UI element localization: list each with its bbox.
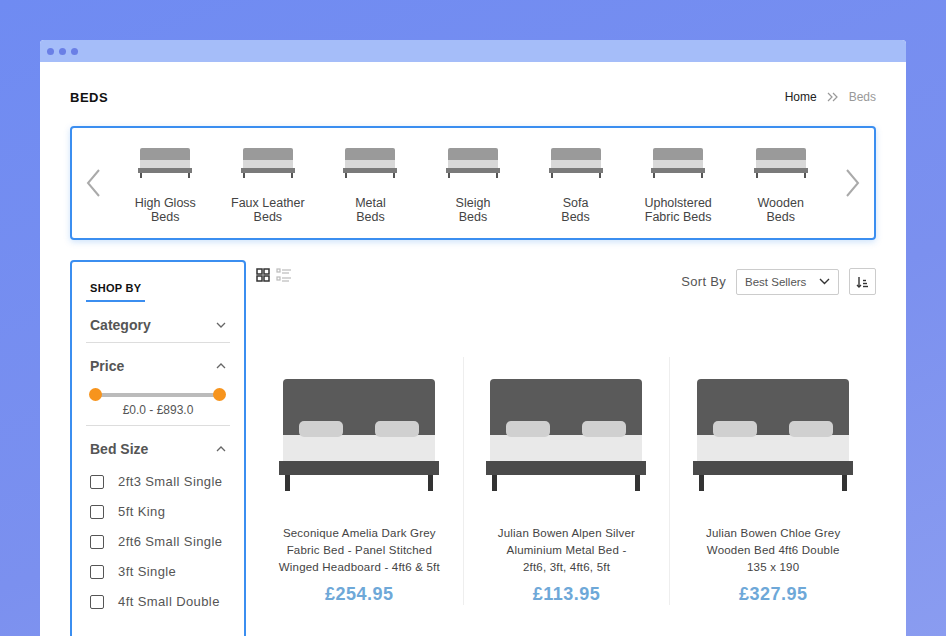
category-label: Faux LeatherBeds: [231, 196, 305, 224]
breadcrumb: Home Beds: [785, 90, 876, 104]
chevron-down-icon: [216, 322, 226, 328]
price-range-text: £0.0 - £893.0: [92, 403, 224, 417]
window-dot[interactable]: [59, 48, 66, 55]
sort-label: Sort By: [681, 274, 726, 289]
product-image: [476, 357, 656, 507]
category-image: [545, 142, 607, 182]
checkbox[interactable]: [90, 565, 104, 579]
sidebar-heading: SHOP BY: [86, 282, 145, 302]
category-item[interactable]: SleighBeds: [422, 142, 525, 224]
chevron-up-icon: [216, 446, 226, 452]
category-image: [647, 142, 709, 182]
category-label: WoodenBeds: [758, 196, 804, 224]
product-price: £113.95: [533, 584, 601, 605]
category-item[interactable]: High GlossBeds: [114, 142, 217, 224]
category-label: High GlossBeds: [135, 196, 196, 224]
product-title[interactable]: Julian Bowen Chloe GreyWooden Bed 4ft6 D…: [706, 525, 840, 576]
view-toggle: [256, 260, 292, 282]
category-label: SleighBeds: [456, 196, 491, 224]
product-card[interactable]: Julian Bowen Alpen SilverAluminium Metal…: [463, 357, 670, 605]
bed-size-option[interactable]: 3ft Single: [90, 564, 226, 579]
category-item[interactable]: SofaBeds: [524, 142, 627, 224]
checkbox[interactable]: [90, 505, 104, 519]
filter-section: Bed Size 2ft3 Small Single 5ft King 2ft6 Sm…: [86, 426, 230, 627]
category-image: [237, 142, 299, 182]
sort-descending-icon: [856, 276, 869, 288]
desktop: BEDS Home Beds High GlossBeds Faux LeatherBe…: [0, 0, 946, 636]
price-filter: £0.0 - £893.0: [90, 375, 226, 417]
sort-select[interactable]: Best Sellers: [736, 269, 839, 295]
grid-view-icon[interactable]: [256, 268, 270, 282]
breadcrumb-item[interactable]: Home: [785, 90, 817, 104]
category-label: MetalBeds: [355, 196, 386, 224]
page-content: BEDS Home Beds High GlossBeds Faux LeatherBe…: [40, 62, 906, 636]
bed-size-option[interactable]: 2ft3 Small Single: [90, 474, 226, 489]
bed-size-option[interactable]: 4ft Small Double: [90, 594, 226, 609]
browser-window: BEDS Home Beds High GlossBeds Faux LeatherBe…: [40, 40, 906, 636]
section-header[interactable]: Bed Size: [90, 440, 226, 458]
price-slider[interactable]: [96, 393, 220, 397]
sort-control: Sort By Best Sellers: [681, 260, 876, 295]
product-price: £254.95: [325, 584, 394, 605]
filter-section: Price £0.0 - £893.0: [86, 343, 230, 426]
filter-section: Category: [86, 302, 230, 343]
chevron-up-icon: [216, 363, 226, 369]
window-dot[interactable]: [71, 48, 78, 55]
category-image: [442, 142, 504, 182]
product-image: [269, 357, 449, 507]
chevron-down-icon: [819, 278, 830, 285]
slider-handle[interactable]: [89, 388, 102, 401]
product-grid: Seconique Amelia Dark GreyFabric Bed - P…: [256, 357, 876, 605]
title-bar: [40, 40, 906, 62]
shop-area: SHOP BY Category Price £0.0 - £893.0 Bed Siz…: [70, 260, 876, 636]
category-label: SofaBeds: [561, 196, 590, 224]
chevron-right-icon[interactable]: [842, 167, 862, 199]
checkbox[interactable]: [90, 475, 104, 489]
slider-handle[interactable]: [213, 388, 226, 401]
category-list: High GlossBeds Faux LeatherBeds MetalBeds S…: [104, 142, 842, 224]
sort-direction-button[interactable]: [849, 268, 876, 295]
bed-size-list: 2ft3 Small Single 5ft King 2ft6 Small Sing…: [90, 458, 226, 619]
category-image: [134, 142, 196, 182]
bed-size-option[interactable]: 2ft6 Small Single: [90, 534, 226, 549]
category-carousel: High GlossBeds Faux LeatherBeds MetalBeds S…: [70, 126, 876, 240]
product-title[interactable]: Seconique Amelia Dark GreyFabric Bed - P…: [279, 525, 440, 576]
chevron-left-icon[interactable]: [84, 167, 104, 199]
checkbox[interactable]: [90, 595, 104, 609]
product-title[interactable]: Julian Bowen Alpen SilverAluminium Metal…: [498, 525, 635, 576]
page-title: BEDS: [70, 90, 108, 105]
category-image: [339, 142, 401, 182]
list-view-icon[interactable]: [276, 268, 292, 282]
category-item[interactable]: WoodenBeds: [729, 142, 832, 224]
checkbox[interactable]: [90, 535, 104, 549]
window-dot[interactable]: [47, 48, 54, 55]
product-price: £327.95: [739, 584, 808, 605]
section-header[interactable]: Price: [90, 357, 226, 375]
category-item[interactable]: UpholsteredFabric Beds: [627, 142, 730, 224]
product-card[interactable]: Julian Bowen Chloe GreyWooden Bed 4ft6 D…: [669, 357, 876, 605]
product-image: [683, 357, 863, 507]
category-image: [750, 142, 812, 182]
bed-size-option[interactable]: 5ft King: [90, 504, 226, 519]
category-item[interactable]: Faux LeatherBeds: [217, 142, 320, 224]
double-chevron-icon: [827, 92, 839, 102]
page-header: BEDS Home Beds: [70, 86, 876, 108]
toolbar: Sort By Best Sellers: [256, 260, 876, 295]
filter-sidebar: SHOP BY Category Price £0.0 - £893.0 Bed Siz…: [70, 260, 246, 636]
category-label: UpholsteredFabric Beds: [644, 196, 711, 224]
product-area: Sort By Best Sellers Seconique Amelia Dark…: [256, 260, 876, 636]
category-item[interactable]: MetalBeds: [319, 142, 422, 224]
section-header[interactable]: Category: [90, 316, 226, 334]
product-card[interactable]: Seconique Amelia Dark GreyFabric Bed - P…: [256, 357, 463, 605]
breadcrumb-item: Beds: [849, 90, 876, 104]
